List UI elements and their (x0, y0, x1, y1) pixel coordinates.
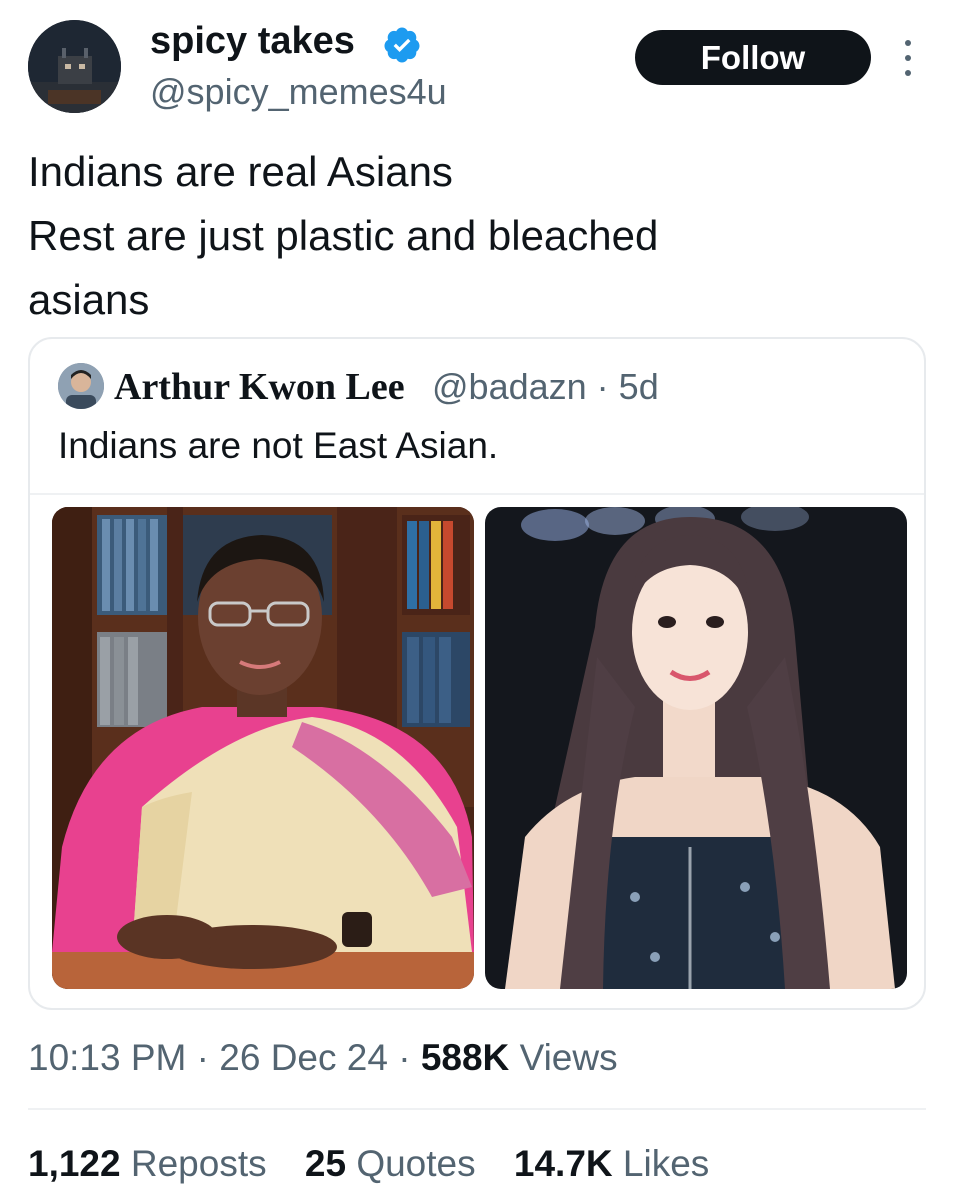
divider (30, 493, 924, 495)
separator-dot: · (196, 1037, 220, 1078)
quoted-post-text: Indians are not East Asian. (58, 425, 499, 466)
reposts-stat[interactable]: 1,122 Reposts (28, 1143, 277, 1184)
post-meta: 10:13 PM · 26 Dec 24 · 588K Views (28, 1034, 618, 1082)
views-count: 588K (420, 1037, 510, 1078)
likes-stat[interactable]: 14.7K Likes (514, 1143, 709, 1184)
quotes-count: 25 (304, 1143, 347, 1184)
reposts-label: Reposts (130, 1143, 267, 1184)
post-text-line: Indians are real Asians (28, 148, 453, 195)
quoted-post-image-left[interactable] (52, 507, 474, 989)
follow-button[interactable]: Follow (635, 30, 871, 85)
likes-label: Likes (622, 1143, 710, 1184)
quoted-post-card[interactable]: Arthur Kwon Lee @badazn · 5d Indians are… (28, 337, 926, 1010)
quoted-author-meta[interactable]: @badazn · 5d (432, 363, 659, 411)
author-avatar[interactable] (28, 20, 121, 113)
author-display-name[interactable]: spicy takes (150, 18, 355, 64)
quoted-post-image-right[interactable] (485, 507, 907, 989)
post-time[interactable]: 10:13 PM (28, 1037, 186, 1078)
quoted-author-name[interactable]: Arthur Kwon Lee (114, 363, 405, 411)
quoted-post-age: 5d (618, 366, 659, 407)
more-options-icon[interactable] (900, 40, 916, 76)
post-text-line: Rest are just plastic and bleached (28, 212, 659, 259)
separator-dot: · (596, 366, 619, 407)
separator-dot: · (398, 1037, 421, 1078)
post-date[interactable]: 26 Dec 24 (219, 1037, 388, 1078)
verified-badge-icon (384, 27, 420, 63)
quoted-author-avatar[interactable] (58, 363, 104, 409)
engagement-stats: 1,122 Reposts 25 Quotes 14.7K Likes (28, 1140, 737, 1188)
reposts-count: 1,122 (28, 1143, 121, 1184)
quoted-author-handle[interactable]: @badazn (432, 366, 587, 407)
divider (28, 1108, 926, 1110)
quotes-label: Quotes (356, 1143, 476, 1184)
author-handle[interactable]: @spicy_memes4u (150, 70, 447, 114)
quotes-stat[interactable]: 25 Quotes (305, 1143, 486, 1184)
views-label: Views (519, 1037, 618, 1078)
post-text: Indians are real Asians Rest are just pl… (28, 140, 908, 332)
post-text-line: asians (28, 276, 150, 323)
likes-count: 14.7K (513, 1143, 613, 1184)
